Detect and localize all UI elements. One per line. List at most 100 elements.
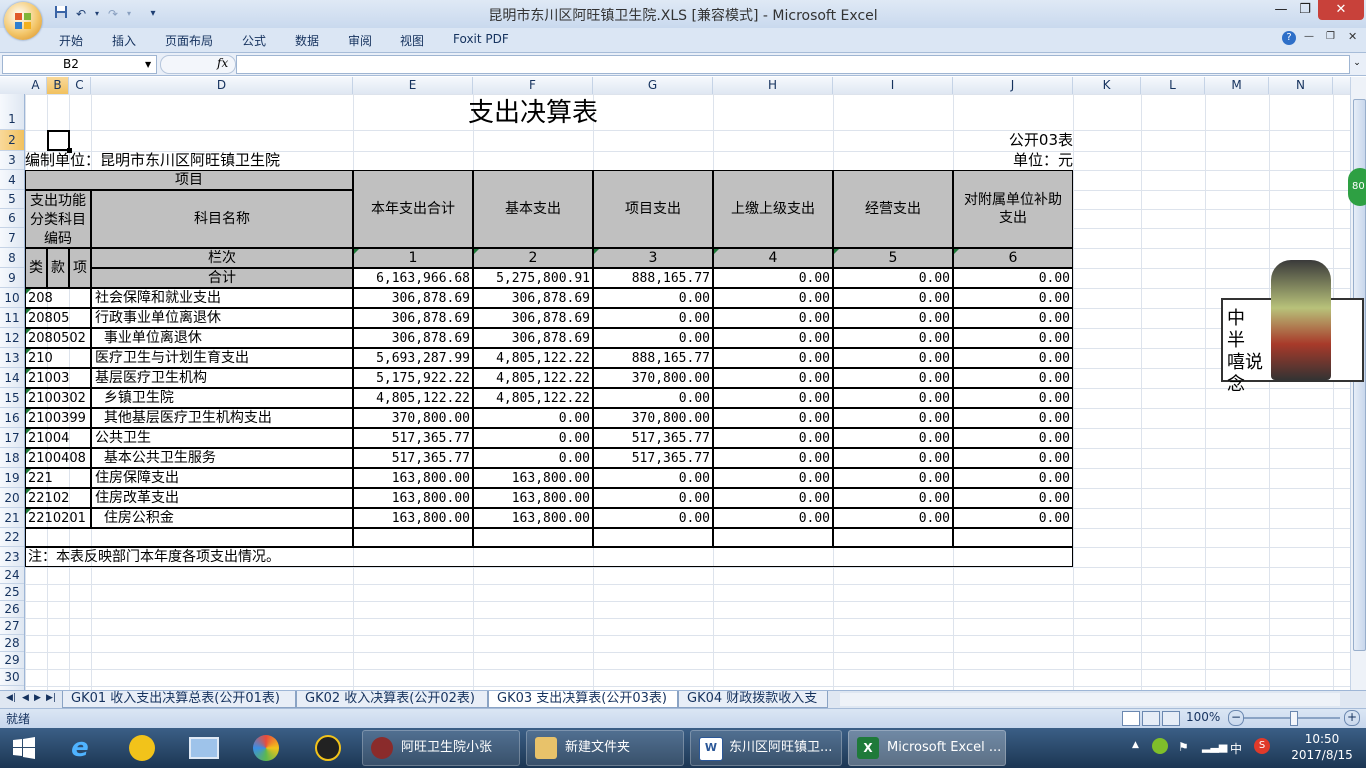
header-col-1[interactable]: 本年支出合计 (353, 170, 473, 248)
row-header-13[interactable]: 13 (0, 348, 24, 368)
total-value-4[interactable]: 0.00 (713, 268, 833, 288)
row-value-2[interactable]: 0.00 (473, 448, 593, 468)
col-index-5[interactable]: 5 (833, 248, 953, 268)
row-value-3[interactable]: 370,800.00 (593, 408, 713, 428)
row-code[interactable]: 221 (25, 468, 91, 488)
zoom-out-icon[interactable]: − (1228, 710, 1244, 726)
row-header-15[interactable]: 15 (0, 388, 24, 408)
row-code[interactable]: 21004 (25, 428, 91, 448)
row-value-6[interactable]: 0.00 (953, 308, 1073, 328)
empty-row-cell[interactable] (473, 528, 593, 547)
ribbon-minimize-icon[interactable]: — (1304, 31, 1314, 42)
row-value-1[interactable]: 517,365.77 (353, 428, 473, 448)
row-value-3[interactable]: 517,365.77 (593, 428, 713, 448)
row-header-14[interactable]: 14 (0, 368, 24, 388)
tab-review[interactable]: 审阅 (348, 32, 372, 49)
zoom-slider-thumb[interactable] (1290, 711, 1298, 726)
column-header-d[interactable]: D (91, 77, 353, 94)
signal-icon[interactable]: ▂▃▅ (1202, 740, 1227, 753)
sheet-tab-2[interactable]: GK02 收入决算表(公开02表) (296, 691, 488, 708)
row-value-5[interactable]: 0.00 (833, 508, 953, 528)
row-value-6[interactable]: 0.00 (953, 488, 1073, 508)
form-code[interactable]: 公开03表 (953, 130, 1073, 151)
col-index-3[interactable]: 3 (593, 248, 713, 268)
row-value-4[interactable]: 0.00 (713, 388, 833, 408)
row-value-2[interactable]: 4,805,122.22 (473, 388, 593, 408)
row-header-21[interactable]: 21 (0, 508, 24, 528)
security-tray-icon[interactable] (1152, 738, 1168, 754)
row-value-5[interactable]: 0.00 (833, 308, 953, 328)
header-column-index[interactable]: 栏次 (91, 248, 353, 268)
expand-formula-bar-icon[interactable]: ⌄ (1350, 55, 1364, 72)
column-header-g[interactable]: G (593, 77, 713, 94)
row-header-7[interactable]: 7 (0, 228, 24, 248)
insert-function-button[interactable]: fx (160, 55, 236, 74)
row-value-5[interactable]: 0.00 (833, 368, 953, 388)
col-index-1[interactable]: 1 (353, 248, 473, 268)
tab-insert[interactable]: 插入 (112, 32, 136, 49)
row-header-27[interactable]: 27 (0, 618, 24, 635)
normal-view-icon[interactable] (1122, 711, 1140, 726)
row-value-4[interactable]: 0.00 (713, 288, 833, 308)
column-header-c[interactable]: C (69, 77, 91, 94)
row-subject-name[interactable]: 住房保障支出 (91, 468, 353, 488)
header-func-code[interactable]: 支出功能分类科目编码 (25, 190, 91, 248)
column-header-a[interactable]: A (25, 77, 47, 94)
row-value-1[interactable]: 306,878.69 (353, 308, 473, 328)
row-header-1[interactable]: 1 (0, 94, 24, 130)
row-value-5[interactable]: 0.00 (833, 388, 953, 408)
zoom-level[interactable]: 100% (1186, 710, 1220, 724)
row-value-5[interactable]: 0.00 (833, 408, 953, 428)
column-header-h[interactable]: H (713, 77, 833, 94)
row-value-3[interactable]: 0.00 (593, 508, 713, 528)
header-col-6[interactable]: 对附属单位补助支出 (953, 170, 1073, 248)
row-header-19[interactable]: 19 (0, 468, 24, 488)
ime-indicator[interactable]: 中 (1230, 740, 1242, 757)
first-sheet-icon[interactable]: ◀| (6, 693, 16, 703)
row-code[interactable]: 21003 (25, 368, 91, 388)
row-header-20[interactable]: 20 (0, 488, 24, 508)
float-speed-badge[interactable]: 80 (1348, 168, 1366, 206)
zoom-in-icon[interactable]: + (1344, 710, 1360, 726)
tab-view[interactable]: 视图 (400, 32, 424, 49)
row-header-28[interactable]: 28 (0, 635, 24, 652)
row-value-6[interactable]: 0.00 (953, 348, 1073, 368)
row-header-26[interactable]: 26 (0, 601, 24, 618)
column-header-i[interactable]: I (833, 77, 953, 94)
row-value-1[interactable]: 163,800.00 (353, 468, 473, 488)
row-value-3[interactable]: 0.00 (593, 288, 713, 308)
row-header-9[interactable]: 9 (0, 268, 24, 288)
close-icon[interactable]: ✕ (1318, 0, 1364, 20)
total-value-3[interactable]: 888,165.77 (593, 268, 713, 288)
row-value-6[interactable]: 0.00 (953, 508, 1073, 528)
row-value-1[interactable]: 306,878.69 (353, 328, 473, 348)
header-col-2[interactable]: 基本支出 (473, 170, 593, 248)
row-value-2[interactable]: 0.00 (473, 408, 593, 428)
row-value-4[interactable]: 0.00 (713, 348, 833, 368)
row-value-2[interactable]: 163,800.00 (473, 468, 593, 488)
column-header-j[interactable]: J (953, 77, 1073, 94)
row-subject-name[interactable]: 公共卫生 (91, 428, 353, 448)
row-value-3[interactable]: 0.00 (593, 488, 713, 508)
row-value-5[interactable]: 0.00 (833, 288, 953, 308)
task-excel[interactable]: X Microsoft Excel ... (848, 730, 1006, 766)
row-code[interactable]: 20805 (25, 308, 91, 328)
row-value-2[interactable]: 306,878.69 (473, 328, 593, 348)
row-subject-name[interactable]: 医疗卫生与计划生育支出 (91, 348, 353, 368)
row-subject-name[interactable]: 住房改革支出 (91, 488, 353, 508)
header-lei[interactable]: 类 (25, 248, 47, 288)
row-value-5[interactable]: 0.00 (833, 488, 953, 508)
row-value-1[interactable]: 306,878.69 (353, 288, 473, 308)
ribbon-restore-icon[interactable]: ❐ (1326, 31, 1335, 42)
header-col-4[interactable]: 上缴上级支出 (713, 170, 833, 248)
anime-desktop-widget[interactable]: 中 半 嘻说念 (1221, 260, 1364, 395)
row-value-6[interactable]: 0.00 (953, 368, 1073, 388)
row-value-5[interactable]: 0.00 (833, 348, 953, 368)
column-header-f[interactable]: F (473, 77, 593, 94)
row-value-3[interactable]: 517,365.77 (593, 448, 713, 468)
row-value-3[interactable]: 0.00 (593, 388, 713, 408)
tab-page-layout[interactable]: 页面布局 (165, 32, 213, 49)
music-player-icon[interactable] (124, 732, 160, 764)
minimize-icon[interactable]: — (1270, 0, 1292, 20)
row-value-6[interactable]: 0.00 (953, 328, 1073, 348)
